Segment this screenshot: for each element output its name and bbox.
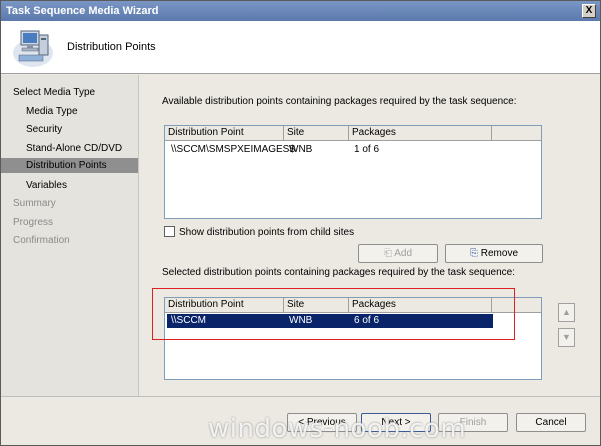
page-title: Distribution Points — [67, 41, 156, 53]
nav-item-media-type[interactable]: Media Type — [1, 104, 138, 119]
column-header-site[interactable]: Site — [284, 126, 349, 141]
available-dp-label: Available distribution points containing… — [162, 96, 517, 107]
remove-label: Remove — [480, 248, 519, 259]
add-label: Add — [394, 248, 413, 259]
column-header-distribution-point[interactable]: Distribution Point — [165, 126, 284, 141]
annotation-highlight-box — [152, 288, 515, 340]
nav-item-confirmation: Confirmation — [13, 235, 70, 246]
packages-cell: 1 of 6 — [354, 144, 380, 155]
show-child-sites-label[interactable]: Show distribution points from child site… — [179, 227, 354, 238]
dp-cell: \\SCCM\SMSPXEIMAGES$ — [171, 144, 295, 155]
selected-dp-label: Selected distribution points containing … — [162, 267, 516, 278]
wizard-header: Distribution Points — [1, 21, 600, 74]
nav-item-variables[interactable]: Variables — [1, 178, 138, 193]
close-button[interactable]: X — [582, 4, 596, 18]
nav-item-security[interactable]: Security — [1, 122, 138, 137]
remove-button[interactable]: ⎘ Remove — [445, 244, 543, 263]
available-dp-list-header: Distribution Point Site Packages — [165, 126, 541, 141]
move-down-button[interactable]: ▼ — [558, 328, 575, 347]
site-cell: WNB — [289, 144, 313, 155]
title-bar: Task Sequence Media Wizard X — [1, 1, 600, 21]
column-header-packages[interactable]: Packages — [349, 126, 492, 141]
nav-item-select-media-type[interactable]: Select Media Type — [1, 85, 138, 100]
computer-network-icon — [13, 30, 53, 67]
cancel-button[interactable]: Cancel — [516, 413, 586, 432]
nav-item-progress: Progress — [13, 217, 54, 228]
move-up-button[interactable]: ▲ — [558, 303, 575, 322]
wizard-window: Task Sequence Media Wizard X Distributio… — [0, 0, 601, 446]
nav-item-standalone-cd-dvd[interactable]: Stand-Alone CD/DVD — [1, 141, 138, 156]
add-button[interactable]: ⎗ Add — [358, 244, 438, 263]
watermark-text: windows-noob.com — [208, 414, 467, 444]
nav-item-distribution-points[interactable]: Distribution Points — [1, 158, 138, 173]
arrow-up-icon: ▲ — [562, 307, 571, 317]
wizard-steps-sidebar: Select Media Type Media Type Security St… — [1, 75, 139, 445]
window-title: Task Sequence Media Wizard — [6, 5, 159, 17]
available-dp-list[interactable]: Distribution Point Site Packages \\SCCM\… — [164, 125, 542, 219]
add-icon: ⎗ — [383, 248, 392, 259]
nav-item-summary: Summary — [13, 198, 56, 209]
show-child-sites-checkbox[interactable] — [164, 226, 175, 237]
arrow-down-icon: ▼ — [562, 332, 571, 342]
remove-icon: ⎘ — [469, 248, 478, 259]
